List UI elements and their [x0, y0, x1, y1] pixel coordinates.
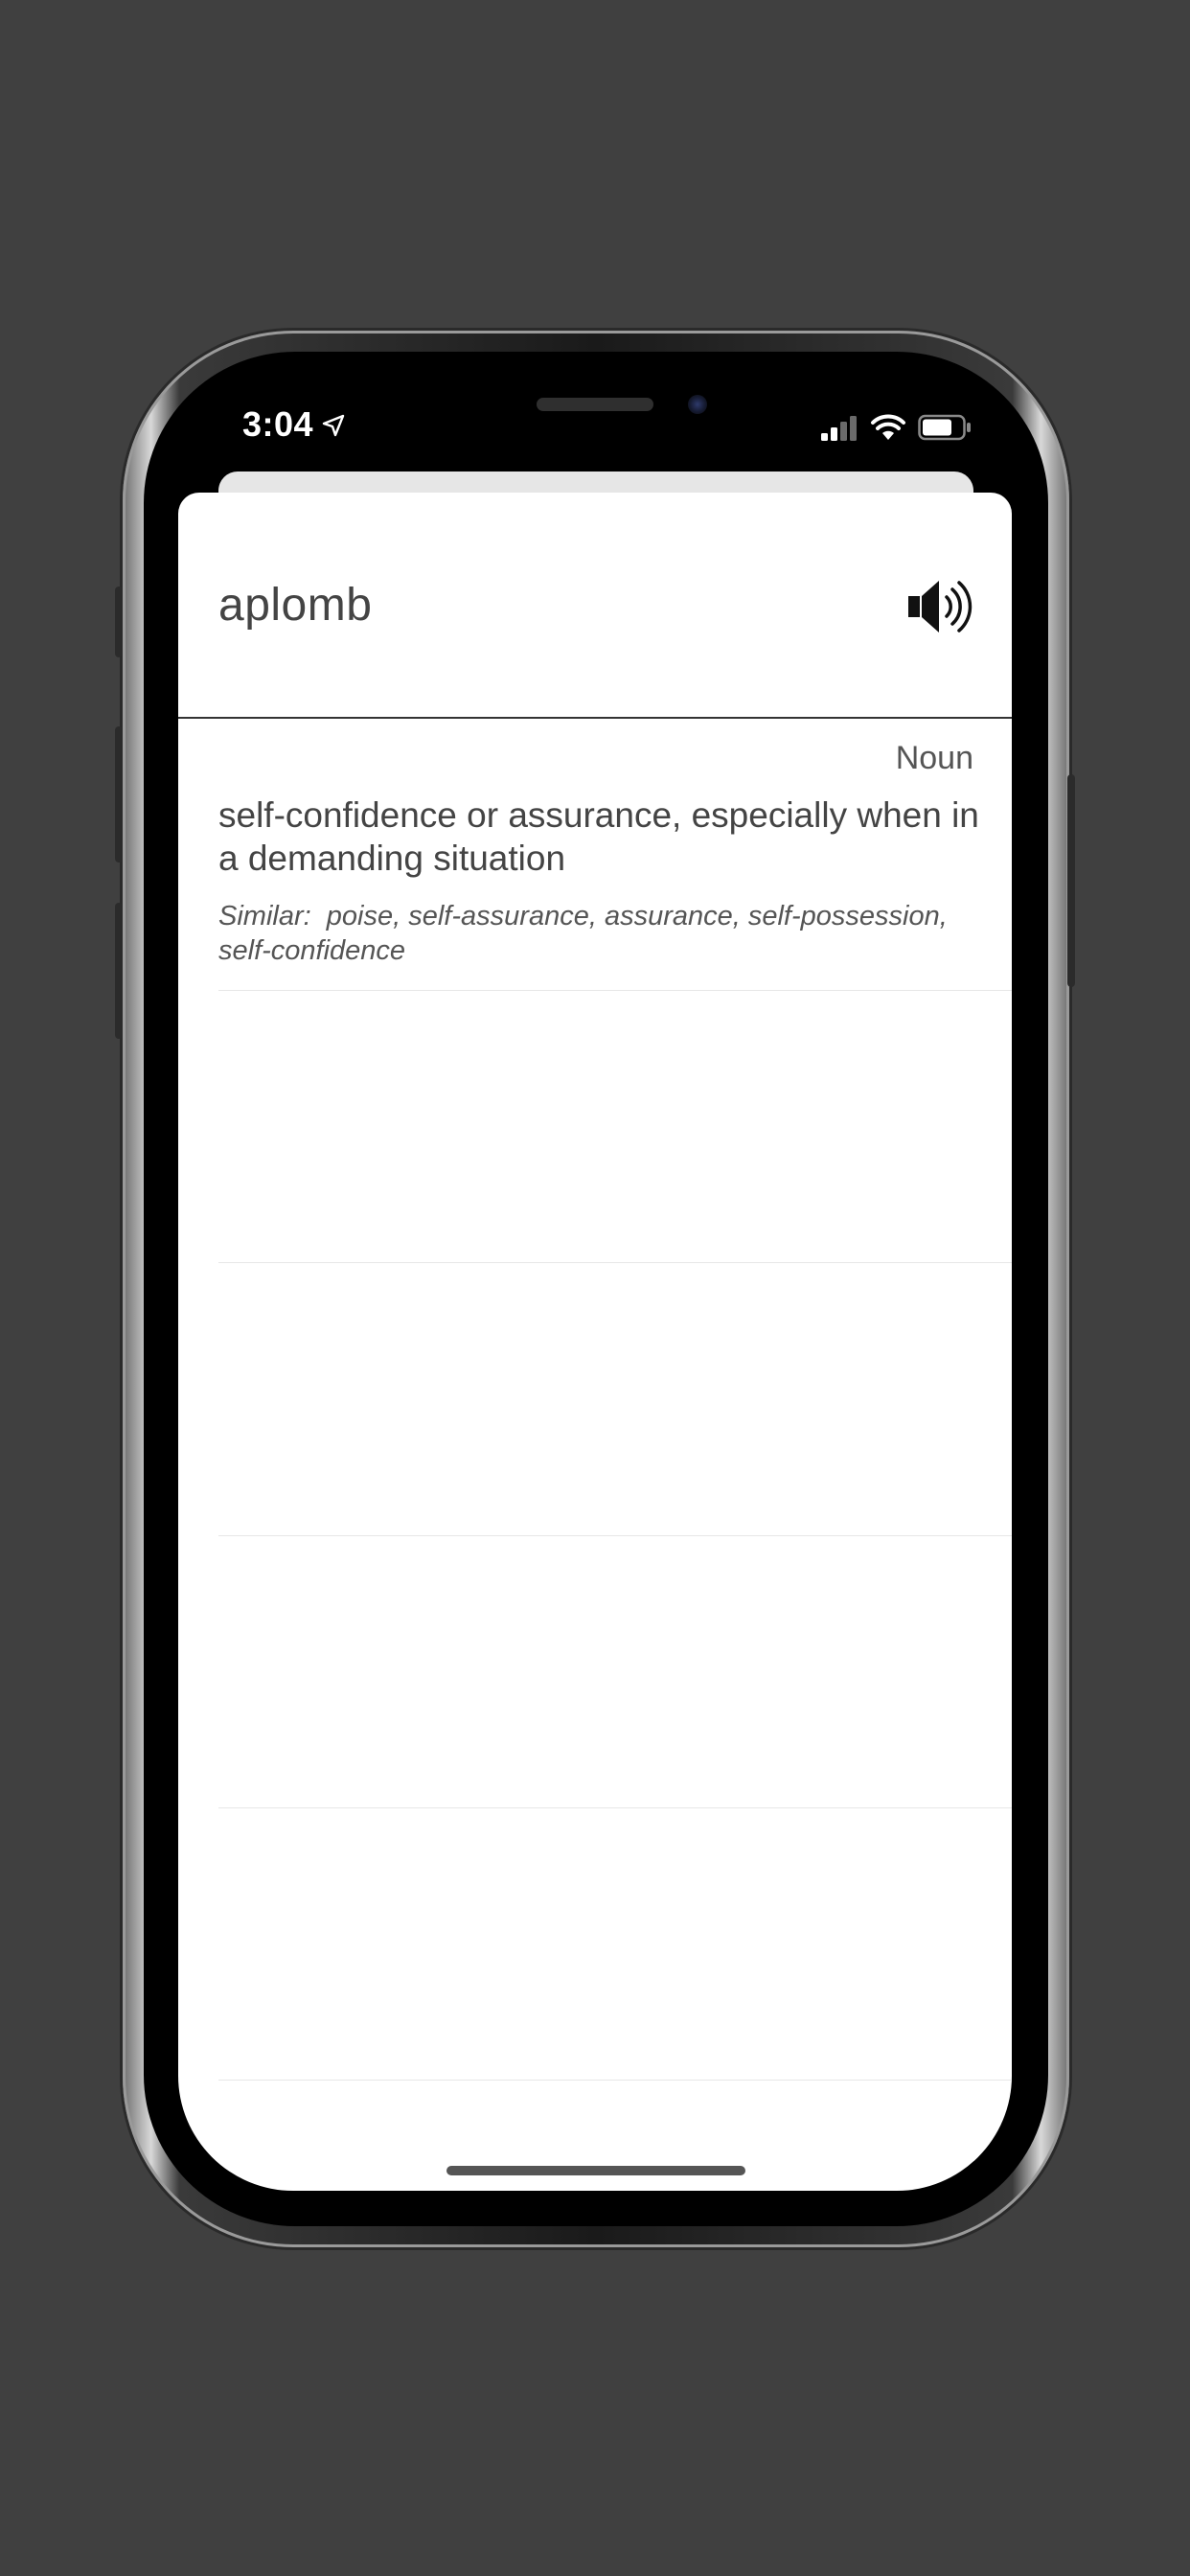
speaker-volume-icon[interactable] [904, 573, 977, 640]
definition-text: self-confidence or assurance, especially… [218, 795, 979, 878]
similar-label: Similar: [218, 901, 311, 932]
similar-words: Similar: poise, self-assurance, assuranc… [218, 899, 975, 968]
similar-list: poise, self-assurance, assurance, self-p… [218, 901, 948, 966]
battery-icon [918, 414, 971, 441]
volume-up-button [115, 726, 123, 862]
definition-card: aplomb Noun self-confidence or assurance… [178, 493, 1012, 2191]
entry-word: aplomb [218, 580, 373, 631]
volume-down-button [115, 903, 123, 1039]
part-of-speech: Noun [895, 740, 973, 776]
row-divider [218, 1807, 1012, 1808]
row-divider [218, 990, 1012, 991]
location-arrow-icon [322, 414, 345, 437]
power-button [1067, 774, 1075, 987]
header-divider [178, 717, 1012, 719]
home-indicator[interactable] [446, 2166, 745, 2175]
row-divider [218, 1535, 1012, 1536]
mute-switch [115, 586, 123, 657]
wifi-icon [871, 414, 905, 440]
row-divider [218, 2080, 1012, 2081]
row-divider [218, 1262, 1012, 1263]
front-camera [688, 395, 707, 414]
earpiece-speaker [537, 398, 653, 411]
cellular-signal-icon [821, 416, 857, 441]
status-time: 3:04 [242, 404, 314, 444]
